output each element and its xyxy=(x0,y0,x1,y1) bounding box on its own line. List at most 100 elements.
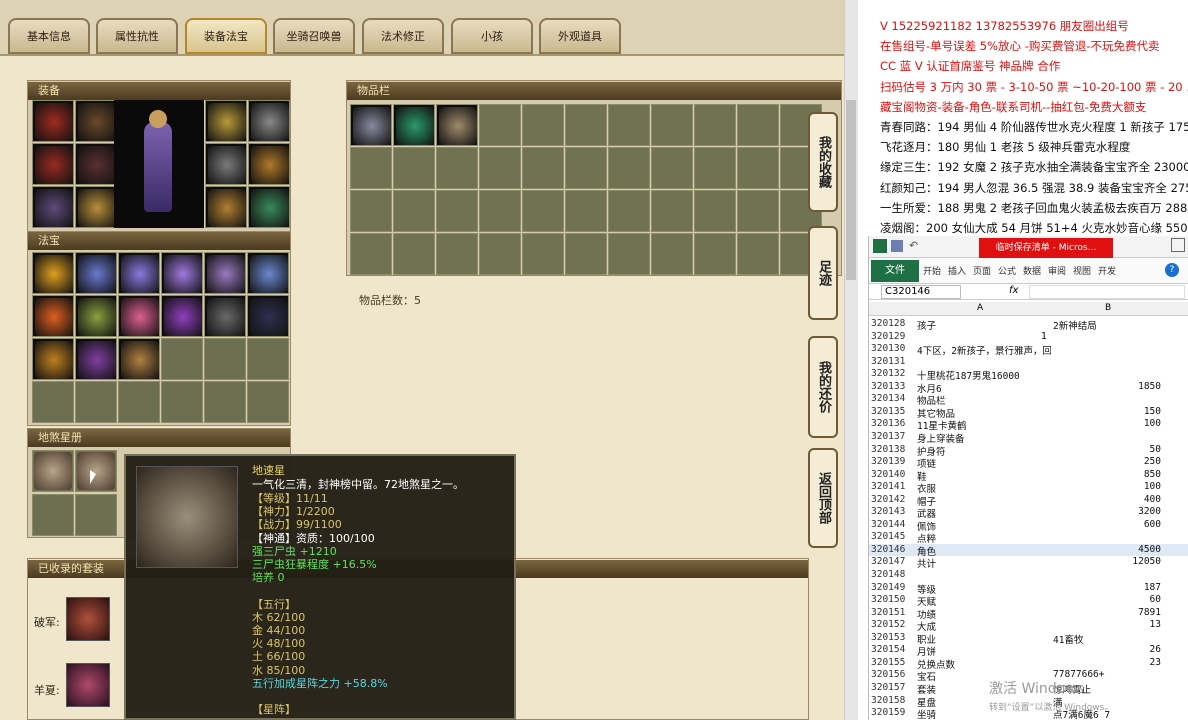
my-offer-button[interactable]: 我的还价 xyxy=(808,336,838,438)
back-to-top-button[interactable]: 返回顶部 xyxy=(808,448,838,548)
equipment-slot[interactable] xyxy=(32,186,74,228)
treasure-slot[interactable] xyxy=(32,381,74,423)
ribbon-tab[interactable]: 插入 xyxy=(948,264,966,277)
cell-b[interactable]: 23 xyxy=(1053,657,1161,668)
inventory-slot[interactable] xyxy=(522,147,564,189)
cell-b[interactable]: 26 xyxy=(1053,644,1161,655)
inventory-slot[interactable] xyxy=(565,190,607,232)
name-box[interactable]: C320146 xyxy=(881,285,961,299)
sheet-row[interactable]: 320155 兑换点数 23 xyxy=(869,657,1188,671)
treasure-slot[interactable] xyxy=(118,252,160,294)
tab-basic-info[interactable]: 基本信息 xyxy=(8,18,90,54)
inventory-slot[interactable] xyxy=(393,104,435,146)
earth-star-slot[interactable] xyxy=(75,494,117,536)
cell-b[interactable]: 60 xyxy=(1053,594,1161,605)
sheet-row[interactable]: 320150 天赋 60 xyxy=(869,594,1188,608)
inventory-slot[interactable] xyxy=(393,190,435,232)
treasure-slot[interactable] xyxy=(32,338,74,380)
sheet-row[interactable]: 320145 点粹 xyxy=(869,531,1188,545)
inventory-slot[interactable] xyxy=(737,147,779,189)
inventory-slot[interactable] xyxy=(479,190,521,232)
sheet-row[interactable]: 320137 身上穿装备 xyxy=(869,431,1188,445)
cell-b[interactable]: 100 xyxy=(1053,481,1161,492)
equipment-slot[interactable] xyxy=(75,143,117,185)
tab-attributes[interactable]: 属性抗性 xyxy=(96,18,178,54)
earth-star-slot[interactable] xyxy=(32,450,74,492)
sheet-row[interactable]: 320141 衣服 100 xyxy=(869,481,1188,495)
inventory-slot[interactable] xyxy=(393,233,435,275)
inventory-slot[interactable] xyxy=(608,190,650,232)
inventory-slot[interactable] xyxy=(608,104,650,146)
inventory-slot[interactable] xyxy=(350,233,392,275)
equipment-slot[interactable] xyxy=(248,100,290,142)
sheet-row[interactable]: 320132 十里桃花187男鬼16000 xyxy=(869,368,1188,382)
inventory-slot[interactable] xyxy=(651,190,693,232)
sheet-row[interactable]: 320131 xyxy=(869,356,1188,369)
cell-b[interactable]: 4500 xyxy=(1053,544,1161,555)
cell-b[interactable]: 12050 xyxy=(1053,556,1161,567)
undo-icon[interactable]: ↶ xyxy=(909,239,918,252)
equipment-slot[interactable] xyxy=(32,143,74,185)
treasure-slot[interactable] xyxy=(75,252,117,294)
sheet-row[interactable]: 320136 11星卡黄鹤 100 xyxy=(869,418,1188,432)
inventory-slot[interactable] xyxy=(694,147,736,189)
equipment-slot[interactable] xyxy=(248,186,290,228)
treasure-slot[interactable] xyxy=(75,381,117,423)
inventory-slot[interactable] xyxy=(436,233,478,275)
set-icon[interactable] xyxy=(66,597,110,641)
cell-b[interactable]: 850 xyxy=(1053,469,1161,480)
treasure-slot[interactable] xyxy=(32,295,74,337)
treasure-slot[interactable] xyxy=(247,252,289,294)
inventory-slot[interactable] xyxy=(565,104,607,146)
treasure-slot[interactable] xyxy=(118,338,160,380)
cell-b[interactable]: 187 xyxy=(1053,582,1161,593)
equipment-slot[interactable] xyxy=(205,186,247,228)
cell-b[interactable]: 50 xyxy=(1053,444,1161,455)
cell-b[interactable]: 600 xyxy=(1053,519,1161,530)
treasure-slot[interactable] xyxy=(161,295,203,337)
inventory-slot[interactable] xyxy=(737,190,779,232)
maximize-icon[interactable] xyxy=(1171,238,1185,252)
treasure-slot[interactable] xyxy=(204,252,246,294)
col-a-header[interactable]: A xyxy=(977,303,983,313)
cell-b[interactable]: 150 xyxy=(1053,406,1161,417)
ribbon-tab[interactable]: 开始 xyxy=(923,264,941,277)
treasure-slot[interactable] xyxy=(204,338,246,380)
cell-b[interactable]: 100 xyxy=(1053,418,1161,429)
equipment-slot[interactable] xyxy=(205,143,247,185)
earth-star-slot[interactable] xyxy=(32,494,74,536)
treasure-slot[interactable] xyxy=(161,381,203,423)
col-b-header[interactable]: B xyxy=(1105,303,1111,313)
treasure-slot[interactable] xyxy=(247,338,289,380)
inventory-slot[interactable] xyxy=(350,147,392,189)
treasure-slot[interactable] xyxy=(32,252,74,294)
sheet-row[interactable]: 320148 xyxy=(869,569,1188,582)
inventory-slot[interactable] xyxy=(694,190,736,232)
treasure-slot[interactable] xyxy=(75,295,117,337)
inventory-slot[interactable] xyxy=(522,233,564,275)
tab-children[interactable]: 小孩 xyxy=(451,18,533,54)
fx-icon[interactable]: fx xyxy=(1009,285,1018,296)
inventory-slot[interactable] xyxy=(651,104,693,146)
sheet-row[interactable]: 320147 共计 12050 xyxy=(869,556,1188,570)
sheet-row[interactable]: 320129 1 xyxy=(869,331,1188,344)
treasure-slot[interactable] xyxy=(118,295,160,337)
ribbon-tab[interactable]: 数据 xyxy=(1023,264,1041,277)
sheet-row[interactable]: 320144 佩饰 600 xyxy=(869,519,1188,533)
inventory-slot[interactable] xyxy=(737,104,779,146)
equipment-slot[interactable] xyxy=(75,186,117,228)
inventory-slot[interactable] xyxy=(522,190,564,232)
equipment-slot[interactable] xyxy=(32,100,74,142)
inventory-slot[interactable] xyxy=(436,190,478,232)
sheet-row[interactable]: 320152 大成 13 xyxy=(869,619,1188,633)
ribbon-tab[interactable]: 视图 xyxy=(1073,264,1091,277)
inventory-slot[interactable] xyxy=(436,147,478,189)
treasure-slot[interactable] xyxy=(204,381,246,423)
equipment-slot[interactable] xyxy=(75,100,117,142)
tab-equipment[interactable]: 装备法宝 xyxy=(185,18,267,54)
sheet-row[interactable]: 320135 其它物品 150 xyxy=(869,406,1188,420)
cell-b[interactable]: 3200 xyxy=(1053,506,1161,517)
cell-b[interactable]: 400 xyxy=(1053,494,1161,505)
sheet-row[interactable]: 320128 孩子 2新神结局 xyxy=(869,318,1188,332)
ribbon-tab[interactable]: 页面 xyxy=(973,264,991,277)
